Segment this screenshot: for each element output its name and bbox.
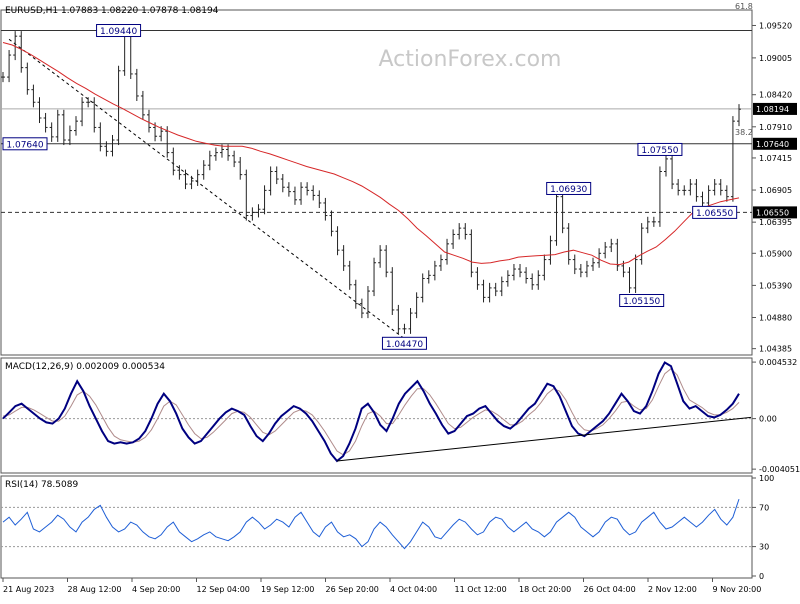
x-tick-label: 11 Oct 12:00: [455, 585, 507, 594]
falling-trendline: [8, 38, 411, 344]
x-tick-label: 4 Oct 04:00: [390, 585, 437, 594]
x-tick-label: 12 Sep 04:00: [197, 585, 250, 594]
price-y-tick-label: 1.07415: [759, 154, 792, 163]
rsi-y-tick-label: 100: [759, 474, 774, 483]
rsi-y-tick-label: 30: [759, 543, 769, 552]
macd-line: [2, 361, 740, 463]
axis-level-label: 1.08194: [756, 105, 789, 114]
price-y-tick-label: 1.06395: [759, 218, 792, 227]
macd-y-tick-label: 0.004532: [759, 358, 797, 367]
moving-average-line: [2, 42, 740, 266]
price-annotation-label: 1.06930: [550, 185, 587, 195]
price-y-tick-label: 1.09005: [759, 54, 792, 63]
rsi-panel-frame: [0, 475, 753, 579]
rsi-y-tick-label: 0: [759, 572, 764, 581]
chart-window: ActionForex.com EURUSD,H1 1.07883 1.0822…: [0, 0, 800, 600]
macd-signal-line: [2, 368, 740, 456]
axis-layer: 1.09520 1.09005 1.08420 1.07910 1.07415 1.069…: [2, 21, 800, 594]
symbol-header: EURUSD,H1 1.07883 1.08220 1.07878 1.0819…: [5, 6, 219, 16]
x-tick-label: 18 Oct 20:00: [519, 585, 571, 594]
x-tick-label: 26 Sep 20:00: [326, 585, 379, 594]
rsi-y-tick-label: 70: [759, 503, 769, 512]
rsi-line: [2, 498, 740, 550]
watermark: ActionForex.com: [379, 47, 562, 72]
price-annotation-label: 1.07550: [641, 146, 678, 156]
fib-label-38-2: 38.2: [735, 128, 753, 137]
macd-y-tick-label: -0.004051: [759, 465, 800, 474]
price-y-tick-label: 1.06905: [759, 186, 792, 195]
x-tick-label: 21 Aug 2023: [3, 585, 54, 594]
price-y-tick-label: 1.07910: [759, 123, 792, 132]
price-y-tick-label: 1.04880: [759, 313, 792, 322]
axis-level-label: 1.07640: [756, 140, 789, 149]
fib-label-61-8: 61.8: [735, 2, 753, 11]
price-y-tick-label: 1.05900: [759, 249, 792, 258]
x-tick-label: 4 Sep 20:00: [132, 585, 180, 594]
price-annotation-label: 1.04470: [386, 340, 423, 350]
price-annotation-label: 1.07640: [6, 140, 43, 150]
macd-layer: [1, 361, 752, 463]
x-tick-label: 9 Nov 20:00: [713, 585, 762, 594]
macd-y-tick-label: 0.00: [759, 415, 777, 424]
macd-title: MACD(12,26,9) 0.002009 0.000534: [5, 362, 165, 372]
price-y-tick-label: 1.09520: [759, 21, 792, 30]
price-annotation-label: 1.09440: [100, 27, 137, 37]
price-layer: 1.09440 1.07640 1.04470 1.06930 1.05150 1.075…: [1, 24, 752, 350]
x-tick-label: 2 Nov 12:00: [648, 585, 697, 594]
price-y-tick-label: 1.08420: [759, 91, 792, 100]
axis-level-label: 1.06550: [756, 208, 789, 217]
price-y-tick-label: 1.05390: [759, 281, 792, 290]
rsi-layer: [1, 498, 752, 550]
chart-canvas: ActionForex.com EURUSD,H1 1.07883 1.0822…: [0, 2, 800, 594]
x-tick-label: 26 Oct 04:00: [584, 585, 636, 594]
rsi-title: RSI(14) 78.5089: [5, 480, 78, 490]
price-annotation-label: 1.06550: [696, 209, 733, 219]
price-annotation-label: 1.05150: [623, 297, 660, 307]
x-tick-label: 28 Aug 12:00: [68, 585, 122, 594]
macd-trendline: [336, 416, 752, 462]
x-tick-label: 19 Sep 12:00: [261, 585, 314, 594]
price-y-tick-label: 1.04385: [759, 345, 792, 354]
